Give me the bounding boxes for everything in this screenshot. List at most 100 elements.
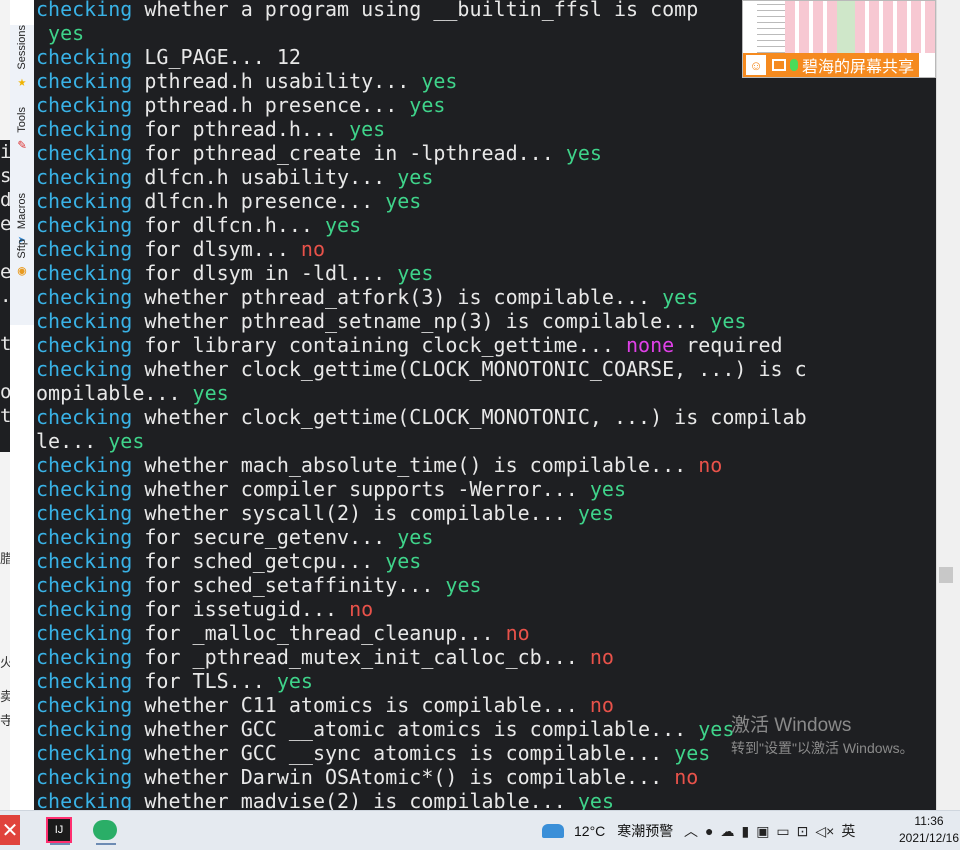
windows-activation-watermark: 激活 Windows 转到"设置"以激活 Windows。 <box>731 714 914 758</box>
display-icon[interactable]: ⊡ <box>797 823 809 840</box>
side-tab-sessions[interactable]: Sessions ★ <box>10 25 34 90</box>
terminal-text: ompilable... <box>36 381 193 405</box>
wrench-icon: ✎ <box>17 136 27 153</box>
sim-icon[interactable]: ▣ <box>756 823 769 840</box>
speaker-muted-icon[interactable]: ◁× <box>815 823 834 840</box>
intellij-icon: IJ <box>46 817 72 843</box>
terminal-keyword: checking <box>36 189 133 213</box>
terminal-text: for TLS... <box>132 669 277 693</box>
user-avatar-icon: ☺ <box>746 55 766 75</box>
terminal-text: for pthread.h... <box>132 117 350 141</box>
monitor-icon[interactable]: ▭ <box>776 823 789 840</box>
result-yes: yes <box>276 669 313 693</box>
terminal-keyword: checking <box>36 357 133 381</box>
terminal-line: checking whether syscall(2) is compilabl… <box>36 501 807 525</box>
terminal-text: for _malloc_thread_cleanup... <box>132 621 506 645</box>
clock-date: 2021/12/16 <box>898 831 960 845</box>
result-no: no <box>674 765 699 789</box>
result-yes: yes <box>698 717 735 741</box>
result-yes: yes <box>674 741 711 765</box>
terminal-line: checking for secure_getenv... yes <box>36 525 807 549</box>
weather-alert: 寒潮预警 <box>617 823 674 839</box>
background-text: t <box>0 333 10 355</box>
terminal-keyword: checking <box>36 717 133 741</box>
terminal-text: for pthread_create in -lpthread... <box>132 141 566 165</box>
background-text: 腊 <box>0 552 10 567</box>
terminal-keyword: checking <box>36 477 133 501</box>
terminal-line: checking whether GCC __sync atomics is c… <box>36 741 807 765</box>
result-yes: yes <box>577 501 614 525</box>
terminal-text: whether madvise(2) is compilable... <box>132 789 578 810</box>
terminal-keyword: checking <box>36 237 133 261</box>
result-yes: yes <box>397 261 434 285</box>
screen-share-bar[interactable]: ☺ 碧海的屏幕共享 <box>743 53 919 77</box>
terminal-keyword: checking <box>36 141 133 165</box>
background-text: . <box>0 284 10 308</box>
result-yes: yes <box>385 549 422 573</box>
clock-time: 11:36 <box>914 814 944 828</box>
mic-icon[interactable]: ▮ <box>741 823 749 840</box>
terminal-text: whether compiler supports -Werror... <box>132 477 590 501</box>
terminal-line: checking whether a program using __built… <box>36 0 807 21</box>
terminal-lines: checking whether a program using __built… <box>36 0 807 810</box>
taskbar-app-wechat[interactable] <box>90 815 120 845</box>
terminal-line: checking for pthread.h... yes <box>36 117 807 141</box>
terminal-text: whether mach_absolute_time() is compilab… <box>132 453 699 477</box>
terminal-output[interactable]: checking whether a program using __built… <box>34 0 936 810</box>
microphone-icon[interactable] <box>790 59 798 71</box>
terminal-line: checking whether pthread_atfork(3) is co… <box>36 285 807 309</box>
screen-share-preview[interactable]: ☺ 碧海的屏幕共享 <box>742 0 936 78</box>
result-yes: yes <box>397 165 434 189</box>
result-no: no <box>698 453 723 477</box>
shared-screen-thumbnail <box>757 1 935 53</box>
result-yes: yes <box>421 69 458 93</box>
weather-widget[interactable]: 12°C 寒潮预警 <box>542 821 673 841</box>
result-yes: yes <box>385 189 422 213</box>
background-window: isdee.tot腊火卖寺 <box>0 0 10 810</box>
terminal-keyword: checking <box>36 573 133 597</box>
terminal-keyword: checking <box>36 765 133 789</box>
terminal-line: checking for dlfcn.h... yes <box>36 213 807 237</box>
terminal-line: checking for TLS... yes <box>36 669 807 693</box>
terminal-line: ompilable... yes <box>36 381 807 405</box>
result-yes: yes <box>662 285 699 309</box>
terminal-text: whether pthread_setname_np(3) is compila… <box>132 309 711 333</box>
side-tab-tools[interactable]: Tools ✎ <box>10 107 34 153</box>
terminal-line: le... yes <box>36 429 807 453</box>
background-text: s <box>0 165 10 187</box>
terminal-keyword: checking <box>36 165 133 189</box>
side-tab-label: Sftp <box>16 239 28 259</box>
terminal-line: checking whether mach_absolute_time() is… <box>36 453 807 477</box>
clock[interactable]: 11:36 2021/12/16 <box>898 813 960 847</box>
wechat-icon <box>93 820 117 840</box>
terminal-keyword: checking <box>36 0 133 21</box>
terminal-text: for sched_setaffinity... <box>132 573 446 597</box>
background-text: 寺 <box>0 714 10 729</box>
terminal-line: checking for pthread_create in -lpthread… <box>36 141 807 165</box>
taskbar-app-intellij[interactable]: IJ <box>44 815 74 845</box>
result-yes: yes <box>349 117 386 141</box>
background-text: i <box>0 141 10 163</box>
terminal-text: pthread.h usability... <box>132 69 422 93</box>
result-yes: yes <box>589 477 627 501</box>
terminal-keyword: checking <box>36 549 133 573</box>
terminal-keyword: checking <box>36 93 133 117</box>
scrollbar-thumb[interactable] <box>939 567 953 583</box>
background-text: d <box>0 189 10 211</box>
ime-indicator[interactable]: 英 <box>841 821 855 841</box>
background-text: t <box>0 405 10 427</box>
background-text: o <box>0 381 10 403</box>
chevron-up-icon[interactable]: ︿ <box>684 821 698 841</box>
terminal-scrollbar[interactable] <box>936 0 960 810</box>
terminal-line: checking dlfcn.h presence... yes <box>36 189 807 213</box>
taskbar-app-xshell[interactable]: ✕ <box>0 815 20 845</box>
cloud-icon[interactable]: ☁ <box>720 823 734 840</box>
terminal-keyword: checking <box>36 405 133 429</box>
monitor-icon <box>772 59 786 71</box>
globe-icon: ◉ <box>17 262 27 279</box>
terminal-text: dlfcn.h usability... <box>132 165 398 189</box>
terminal-text: for dlsym in -ldl... <box>132 261 398 285</box>
qq-icon[interactable]: ● <box>705 823 713 839</box>
side-tab-sftp[interactable]: Sftp ◉ <box>10 239 34 279</box>
terminal-text: for dlsym... <box>132 237 301 261</box>
